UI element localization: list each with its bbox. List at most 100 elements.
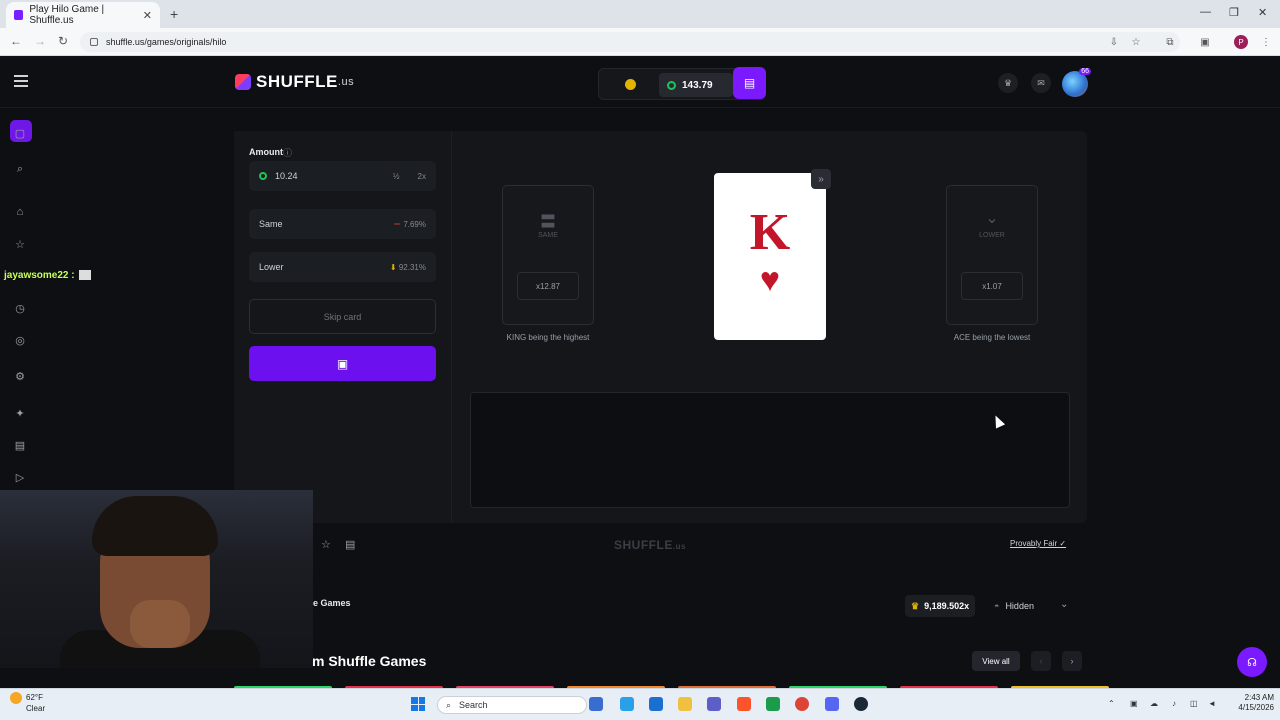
- taskbar-search-label: Search: [459, 700, 488, 710]
- chat-icon[interactable]: ✉: [1031, 73, 1051, 93]
- store-icon[interactable]: [649, 697, 663, 711]
- promotions-icon[interactable]: ▤: [13, 438, 27, 452]
- same-option[interactable]: Same ＝ 7.69%: [249, 209, 436, 239]
- weather-widget[interactable]: 62°F Clear: [10, 692, 45, 714]
- profile-avatar[interactable]: P: [1234, 35, 1248, 49]
- same-icon: ＝: [393, 219, 404, 229]
- lowest-caption: ACE being the lowest: [953, 333, 1031, 342]
- provably-fair-link[interactable]: Provably Fair ✓: [1010, 539, 1066, 548]
- tray-cloud-icon[interactable]: ☁: [1150, 699, 1158, 708]
- network-icon[interactable]: ◫: [1190, 699, 1198, 708]
- recent-clock-icon[interactable]: ◷: [13, 301, 27, 315]
- next-arrow-icon[interactable]: ›: [1062, 651, 1082, 671]
- url-input[interactable]: shuffle.us/games/originals/hilo: [80, 32, 1180, 52]
- search-icon[interactable]: ⌕: [13, 162, 27, 176]
- home-icon[interactable]: ⌂: [13, 205, 27, 219]
- tray-app-icon[interactable]: ▣: [1130, 699, 1138, 708]
- hamburger-menu-icon[interactable]: [14, 75, 28, 87]
- bet-icon: ▣: [336, 356, 349, 371]
- logo-text: SHUFFLE: [256, 72, 338, 91]
- favorites-star-icon[interactable]: ☆: [13, 237, 27, 251]
- site-viewport: SHUFFLE .us 143.79 ▤ ♛ ✉ 66 ▢ ⌕ ⌂ ☆ ◷ ◎ …: [0, 57, 1280, 688]
- forward-icon[interactable]: →: [34, 34, 46, 48]
- visibility-toggle[interactable]: ◓ Hidden: [982, 595, 1048, 617]
- tray-chevron-icon[interactable]: ⌃: [1108, 699, 1115, 708]
- games-controller-icon[interactable]: ✦: [13, 406, 27, 420]
- chat-overlay: jayawsome22 :: [4, 270, 91, 281]
- webcam-hand: [130, 600, 190, 648]
- tab-games[interactable]: e Games: [313, 598, 351, 608]
- user-avatar[interactable]: 66: [1062, 68, 1091, 97]
- menu-kebab-icon[interactable]: ⋮: [1260, 36, 1272, 48]
- lower-percent: 92.31%: [398, 262, 426, 272]
- maximize-icon[interactable]: ❐: [1229, 6, 1239, 19]
- taskbar-clock[interactable]: 2:43 AM 4/15/2026: [1222, 693, 1274, 713]
- wallet-button[interactable]: ▤: [733, 67, 766, 99]
- coin-icon[interactable]: [625, 79, 636, 90]
- rewards-icon[interactable]: ♛: [998, 73, 1018, 93]
- brave-icon[interactable]: [737, 697, 751, 711]
- new-tab-icon[interactable]: +: [170, 6, 178, 22]
- lower-option[interactable]: Lower ⬇ 92.31%: [249, 252, 436, 282]
- windows-start-icon[interactable]: [411, 697, 425, 711]
- max-multiplier-value: 9,189.502x: [924, 601, 970, 611]
- lower-label: Lower: [259, 262, 284, 272]
- watermark-text: SHUFFLE: [614, 538, 673, 552]
- support-headset-icon[interactable]: ☊: [1237, 647, 1267, 677]
- extensions-icon[interactable]: ⧉: [1164, 36, 1176, 48]
- back-icon[interactable]: ←: [10, 34, 22, 48]
- app-icon[interactable]: [766, 697, 780, 711]
- reload-icon[interactable]: ↻: [58, 34, 68, 48]
- close-tab-icon[interactable]: ✕: [143, 9, 152, 22]
- amount-input[interactable]: 10.24 ½ 2x: [249, 161, 436, 191]
- same-slot[interactable]: 〓 SAME x12.87: [502, 185, 594, 325]
- emote-icon: [78, 270, 91, 281]
- live-icon[interactable]: ▷: [13, 470, 27, 484]
- max-multiplier-badge[interactable]: ♛ 9,189.502x: [905, 595, 975, 617]
- browser-tab-bar: [0, 0, 1280, 28]
- amount-value: 10.24: [275, 171, 298, 181]
- double-button[interactable]: 2x: [418, 172, 426, 181]
- lower-slot-label: LOWER: [979, 232, 1005, 239]
- taskbar-search[interactable]: ⌕ Search: [437, 696, 587, 714]
- steam-icon[interactable]: [854, 697, 868, 711]
- casino-icon[interactable]: ▢: [13, 126, 27, 140]
- site-info-icon[interactable]: [90, 38, 98, 46]
- lower-slot[interactable]: ⌄ LOWER x1.07: [946, 185, 1038, 325]
- chrome-icon[interactable]: [795, 697, 809, 711]
- discord-icon[interactable]: [825, 697, 839, 711]
- install-icon[interactable]: ⇩: [1108, 36, 1120, 48]
- skip-forward-icon[interactable]: »: [811, 169, 831, 189]
- microphone-icon[interactable]: ♪: [1172, 699, 1176, 708]
- stats-icon[interactable]: ▤: [345, 538, 355, 551]
- browser-tab[interactable]: Play Hilo Game | Shuffle.us ✕: [6, 2, 160, 28]
- minimize-icon[interactable]: —: [1200, 6, 1211, 18]
- chevron-down-icon[interactable]: ⌄: [1060, 599, 1068, 610]
- level-badge: 66: [1079, 68, 1091, 75]
- volume-icon[interactable]: ◄: [1208, 699, 1216, 708]
- view-all-button[interactable]: View all: [972, 651, 1020, 671]
- info-icon[interactable]: ⓘ: [283, 146, 292, 159]
- provably-fair-text: Provably Fair: [1010, 539, 1058, 548]
- copilot-icon[interactable]: [620, 697, 634, 711]
- prev-arrow-icon[interactable]: ‹: [1031, 651, 1051, 671]
- skip-card-button[interactable]: Skip card: [249, 299, 436, 334]
- sports-icon[interactable]: ⚙: [13, 369, 27, 383]
- originals-icon[interactable]: ◎: [13, 333, 27, 347]
- heart-suit-icon: ♥: [759, 261, 781, 299]
- task-view-icon[interactable]: [589, 697, 603, 711]
- sidepanel-icon[interactable]: ▣: [1199, 36, 1211, 48]
- half-button[interactable]: ½: [393, 172, 400, 181]
- file-explorer-icon[interactable]: [678, 697, 692, 711]
- close-window-icon[interactable]: ✕: [1258, 6, 1267, 19]
- weather-temp: 62°F: [26, 693, 43, 703]
- shuffle-logo[interactable]: SHUFFLE .us: [235, 72, 354, 92]
- bookmark-star-icon[interactable]: ☆: [1130, 36, 1142, 48]
- section-title: m Shuffle Games: [312, 653, 427, 669]
- visibility-label: Hidden: [1005, 601, 1034, 611]
- favorite-star-icon[interactable]: ☆: [321, 538, 331, 551]
- bet-button[interactable]: ▣: [249, 346, 436, 381]
- teams-icon[interactable]: [707, 697, 721, 711]
- balance-display[interactable]: 143.79: [659, 73, 733, 97]
- sun-icon: [10, 692, 22, 704]
